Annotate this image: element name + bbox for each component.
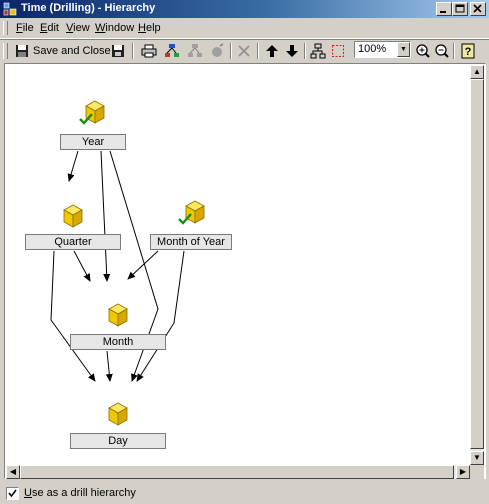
toolbar: Save and Close ? <box>0 39 489 62</box>
zoom-value: 100% <box>358 43 387 55</box>
app-icon <box>3 2 17 16</box>
maximize-icon <box>455 4 465 13</box>
maximize-button[interactable] <box>452 2 468 16</box>
scroll-up-icon[interactable]: ▲ <box>470 65 484 79</box>
node-label-month: Month <box>70 334 166 350</box>
scroll-right-icon[interactable]: ▶ <box>456 465 470 479</box>
print-button[interactable] <box>140 42 158 60</box>
add-attribute-button[interactable] <box>163 42 181 60</box>
edge-quarter-to-month <box>73 250 91 282</box>
move-up-icon <box>266 45 278 57</box>
horizontal-scrollbar[interactable]: ◀ ▶ <box>6 465 470 479</box>
toolbar-separator <box>230 43 232 59</box>
chevron-down-icon[interactable]: ▼ <box>397 42 410 57</box>
node-label-quarter: Quarter <box>25 234 121 250</box>
edge-month-of-year-to-day <box>136 250 185 382</box>
help-icon: ? <box>461 43 475 59</box>
auto-arrange-button[interactable] <box>309 42 327 60</box>
cube-icon <box>108 303 128 327</box>
remove-icon <box>212 43 224 57</box>
delete-button[interactable] <box>235 42 253 60</box>
save-icon <box>112 45 124 57</box>
drill-hierarchy-checkbox[interactable] <box>6 487 19 500</box>
edge-month-to-day <box>105 350 113 382</box>
menu-grip[interactable] <box>3 21 8 35</box>
vertical-scroll-thumb[interactable] <box>470 79 484 449</box>
scroll-corner <box>470 465 484 479</box>
print-icon <box>141 44 157 58</box>
scroll-left-icon[interactable]: ◀ <box>6 465 20 479</box>
minimize-button[interactable] <box>436 2 452 16</box>
save-button[interactable] <box>109 42 127 60</box>
zoom-in-icon <box>416 44 430 58</box>
zoom-select[interactable]: 100% ▼ <box>354 41 411 58</box>
select-area-button[interactable] <box>329 42 347 60</box>
cube-icon <box>108 402 128 426</box>
window-title: Time (Drilling) - Hierarchy <box>21 2 156 14</box>
menu-window[interactable]: Window <box>95 22 134 34</box>
drill-hierarchy-label[interactable]: Use as a drill hierarchy <box>24 487 136 499</box>
menu-help[interactable]: Help <box>138 22 161 34</box>
edge-month-of-year-to-month <box>127 250 159 280</box>
delete-icon <box>238 45 250 57</box>
toolbar-separator <box>304 43 306 59</box>
node-label-month-of-year: Month of Year <box>150 234 232 250</box>
menu-edit[interactable]: Edit <box>40 22 59 34</box>
close-button[interactable] <box>470 2 486 16</box>
close-icon <box>473 4 482 13</box>
checkmark-icon <box>8 489 17 498</box>
menu-view[interactable]: View <box>66 22 90 34</box>
help-button[interactable]: ? <box>459 42 477 60</box>
edge-year-to-month <box>100 150 111 282</box>
toolbar-separator <box>132 43 134 59</box>
scroll-down-icon[interactable]: ▼ <box>470 451 484 465</box>
title-bar[interactable]: Time (Drilling) - Hierarchy <box>0 0 489 18</box>
save-and-close-label: Save and Close <box>33 45 111 57</box>
toolbar-grip[interactable] <box>3 43 8 59</box>
node-label-year: Year <box>60 134 126 150</box>
zoom-out-icon <box>435 44 449 58</box>
add-attribute-icon <box>165 44 179 57</box>
auto-arrange-icon <box>310 43 326 59</box>
move-down-icon <box>286 45 298 57</box>
add-child-icon <box>188 44 202 57</box>
toolbar-separator <box>453 43 455 59</box>
minimize-icon <box>440 11 446 13</box>
horizontal-scroll-thumb[interactable] <box>20 465 454 479</box>
save-and-close-button[interactable]: Save and Close <box>12 42 111 60</box>
vertical-scrollbar[interactable]: ▲ ▼ <box>470 65 484 465</box>
zoom-in-button[interactable] <box>414 42 432 60</box>
svg-text:?: ? <box>465 46 472 58</box>
move-down-button[interactable] <box>283 42 301 60</box>
hierarchy-canvas-frame: Year Quarter Month of Year Month Day ▲ ▼… <box>4 63 486 479</box>
edge-year-to-quarter <box>67 150 79 182</box>
menu-bar: File Edit View Window Help <box>0 18 489 39</box>
zoom-out-button[interactable] <box>433 42 451 60</box>
add-child-button[interactable] <box>186 42 204 60</box>
move-up-button[interactable] <box>263 42 281 60</box>
menu-file[interactable]: File <box>16 22 34 34</box>
remove-button[interactable] <box>208 42 226 60</box>
hierarchy-canvas[interactable]: Year Quarter Month of Year Month Day <box>6 65 469 465</box>
toolbar-separator <box>257 43 259 59</box>
save-close-icon <box>16 45 28 57</box>
entry-point-check-icon <box>79 113 93 125</box>
select-area-icon <box>332 45 344 57</box>
edge-quarter-to-day <box>50 250 96 382</box>
node-label-day: Day <box>70 433 166 449</box>
cube-icon <box>63 204 83 228</box>
entry-point-check-icon <box>178 213 192 225</box>
hierarchy-edges <box>50 150 185 382</box>
